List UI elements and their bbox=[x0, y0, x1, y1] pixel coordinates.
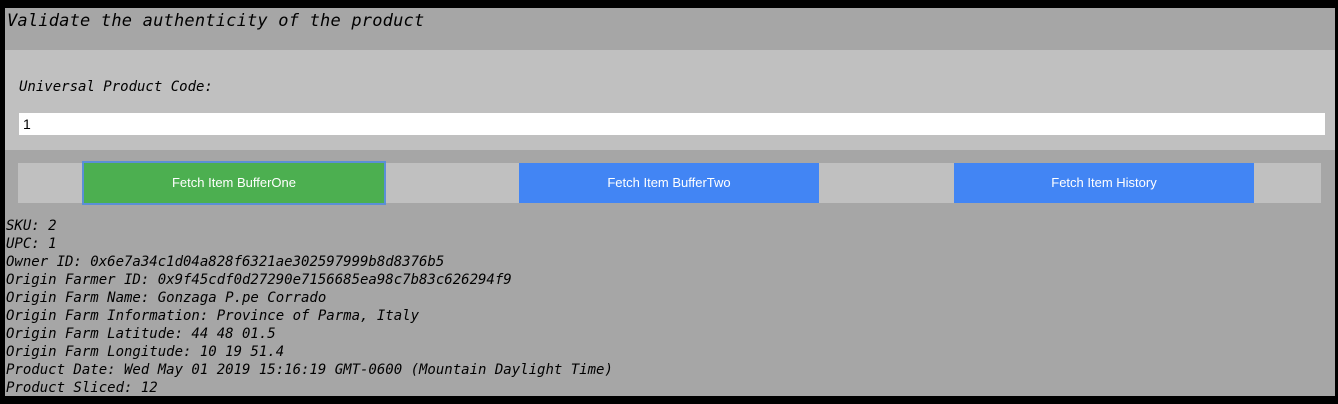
info-product-date: Product Date: Wed May 01 2019 15:16:19 G… bbox=[6, 362, 613, 378]
info-origin-farm-latitude: Origin Farm Latitude: 44 48 01.5 bbox=[6, 326, 276, 342]
page-title: Validate the authenticity of the product bbox=[7, 11, 425, 31]
upc-form-panel: Universal Product Code: bbox=[5, 50, 1335, 150]
product-info-output: SKU: 2 UPC: 1 Owner ID: 0x6e7a34c1d04a82… bbox=[6, 217, 613, 396]
info-origin-farm-information: Origin Farm Information: Province of Par… bbox=[6, 308, 420, 324]
info-origin-farmer-id: Origin Farmer ID: 0x9f45cdf0d27290e71566… bbox=[6, 272, 512, 288]
app-frame: Validate the authenticity of the product… bbox=[5, 8, 1335, 396]
info-sku: SKU: 2 bbox=[6, 218, 57, 234]
info-origin-farm-longitude: Origin Farm Longitude: 10 19 51.4 bbox=[6, 344, 285, 360]
upc-label: Universal Product Code: bbox=[19, 79, 213, 95]
fetch-buffer-two-button[interactable]: Fetch Item BufferTwo bbox=[519, 163, 819, 203]
fetch-history-button[interactable]: Fetch Item History bbox=[954, 163, 1254, 203]
fetch-buffer-one-button[interactable]: Fetch Item BufferOne bbox=[82, 161, 386, 205]
info-origin-farm-name: Origin Farm Name: Gonzaga P.pe Corrado bbox=[6, 290, 327, 306]
info-upc: UPC: 1 bbox=[6, 236, 57, 252]
info-owner-id: Owner ID: 0x6e7a34c1d04a828f6321ae302597… bbox=[6, 254, 445, 270]
upc-input[interactable] bbox=[19, 113, 1325, 135]
info-product-sliced: Product Sliced: 12 bbox=[6, 380, 158, 396]
button-bar: Fetch Item BufferOne Fetch Item BufferTw… bbox=[18, 161, 1321, 205]
